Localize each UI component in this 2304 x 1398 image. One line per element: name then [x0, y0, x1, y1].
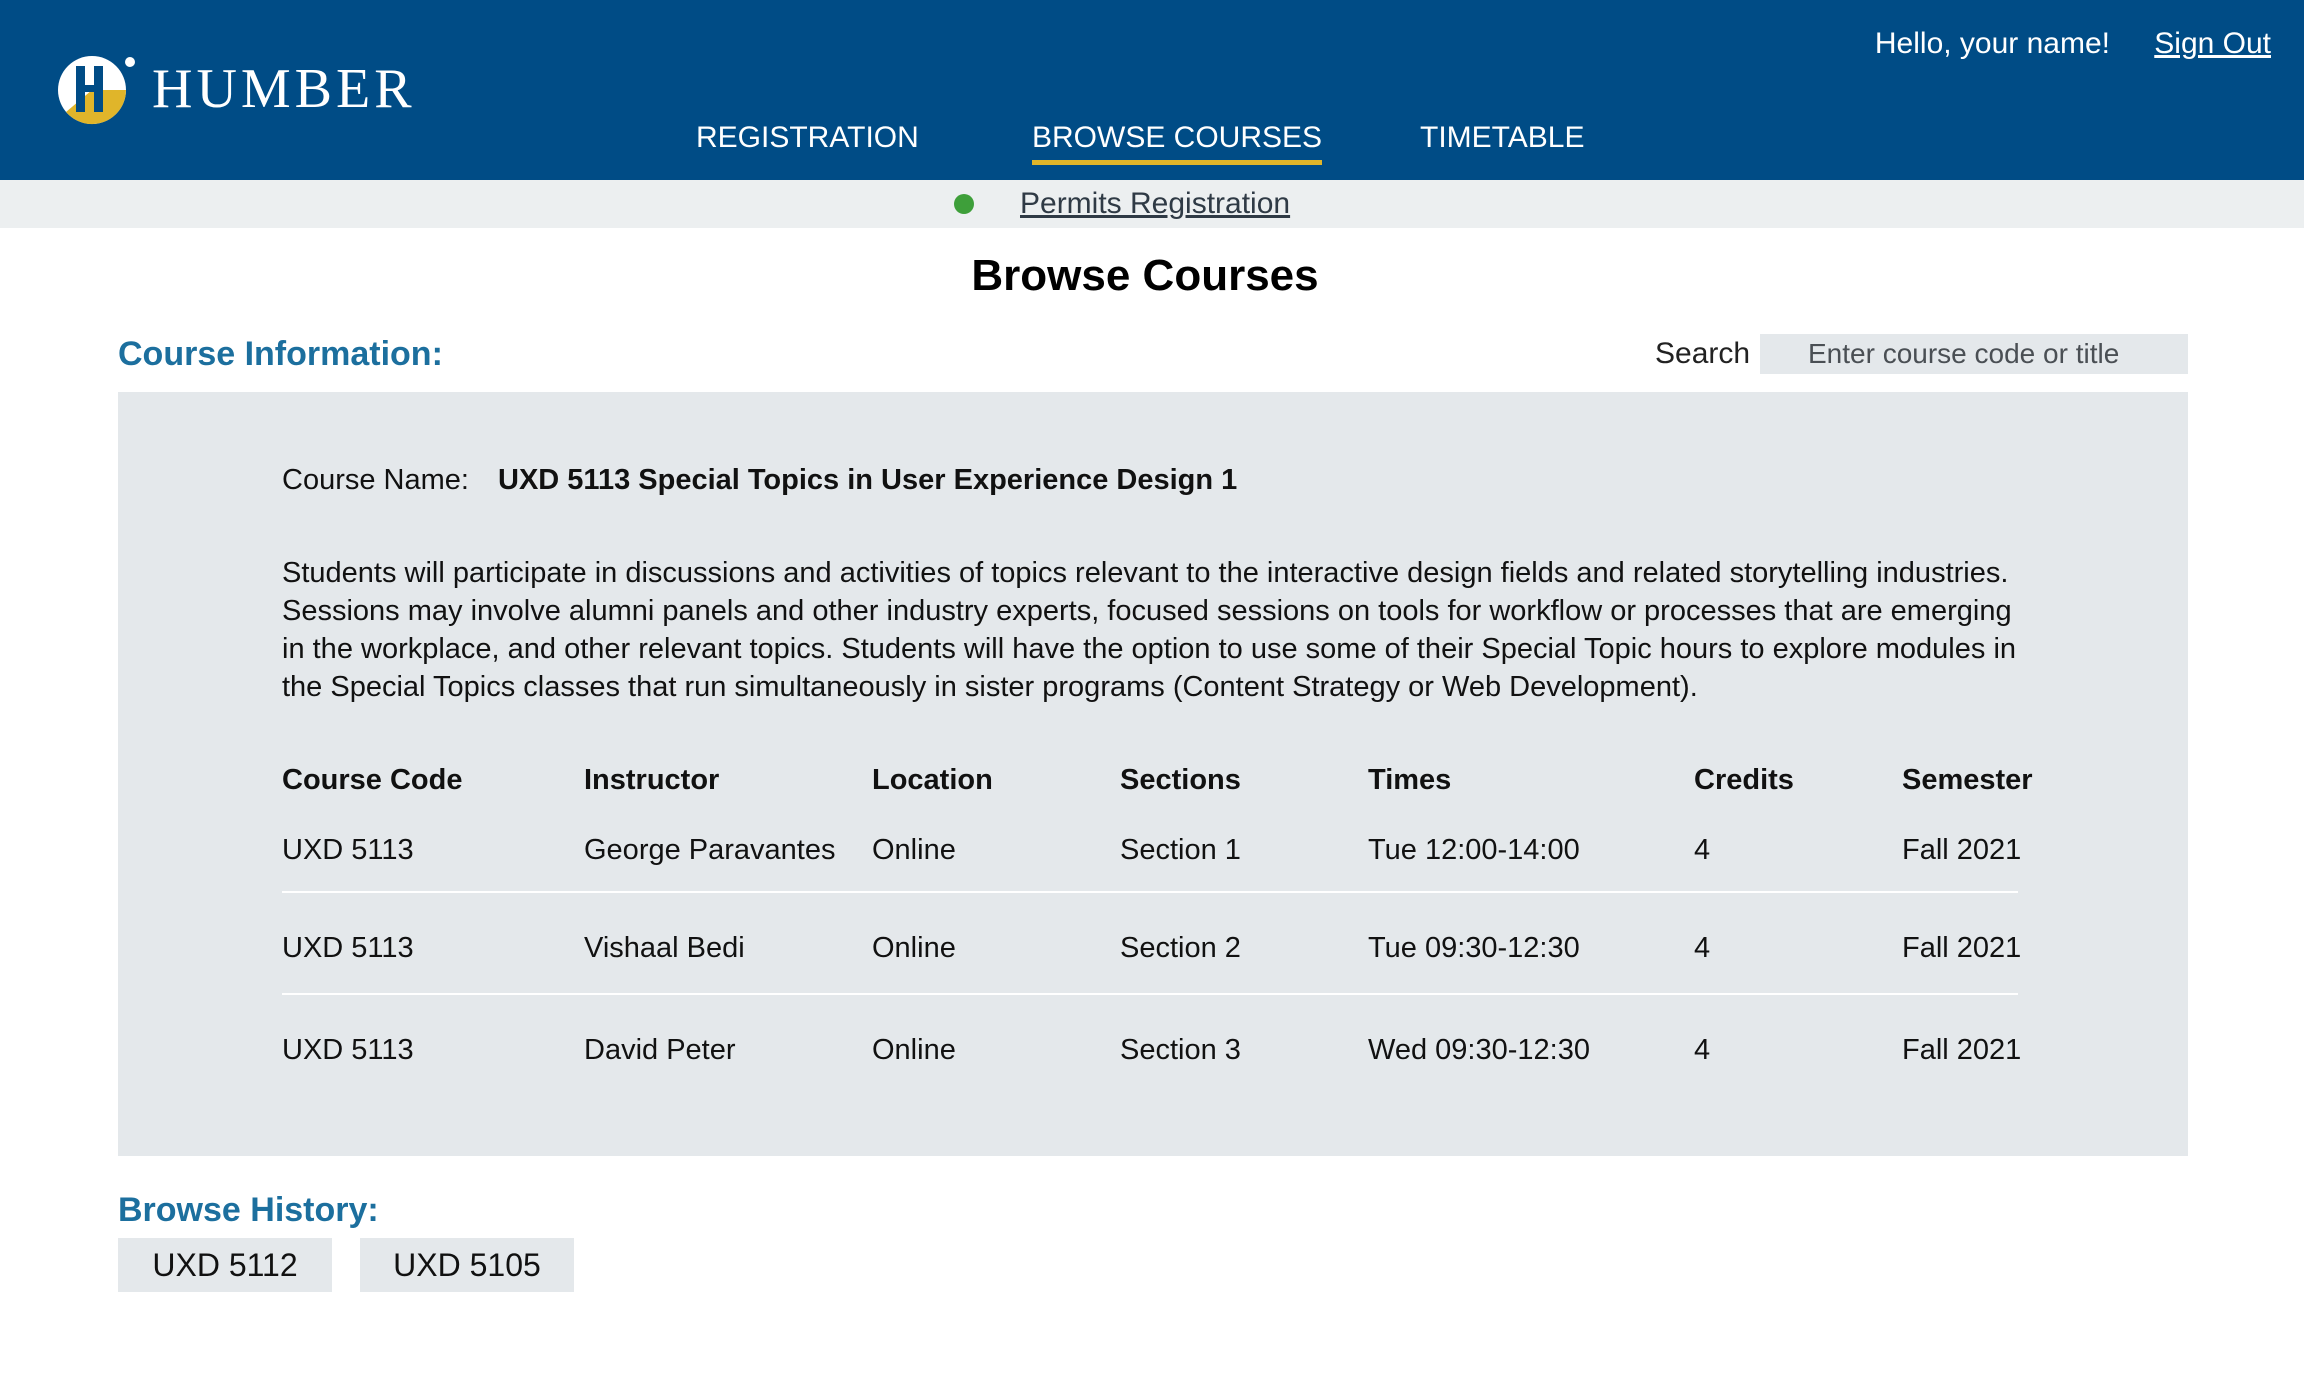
- history-item-button[interactable]: UXD 5112: [118, 1238, 332, 1292]
- status-dot-icon: [954, 194, 974, 214]
- logo-wordmark: HUMBER: [152, 58, 416, 120]
- course-description: Students will participate in discussions…: [282, 557, 2017, 703]
- column-header: Sections: [1120, 764, 1241, 796]
- row-divider: [282, 993, 2018, 995]
- column-header: Instructor: [584, 764, 720, 796]
- cell-section: Section 2: [1120, 932, 1241, 964]
- humber-logo[interactable]: HUMBER: [56, 52, 416, 126]
- cell-credits: 4: [1694, 834, 1711, 866]
- search-label: Search: [1655, 337, 1751, 370]
- cell-semester: Fall 2021: [1902, 1034, 2022, 1066]
- nav-registration[interactable]: REGISTRATION: [696, 116, 919, 160]
- permits-registration-link[interactable]: Permits Registration: [1020, 184, 1290, 224]
- nav-timetable[interactable]: TIMETABLE: [1420, 116, 1584, 160]
- course-information-heading: Course Information:: [118, 335, 443, 373]
- column-header: Semester: [1902, 764, 2033, 796]
- search-input[interactable]: [1760, 334, 2188, 374]
- course-name-value: UXD 5113 Special Topics in User Experien…: [498, 464, 1238, 496]
- row-divider: [282, 891, 2018, 893]
- history-item-button[interactable]: UXD 5105: [360, 1238, 574, 1292]
- cell-instructor: George Paravantes: [584, 834, 836, 866]
- cell-semester: Fall 2021: [1902, 834, 2022, 866]
- cell-course-code: UXD 5113: [282, 1034, 414, 1066]
- cell-instructor: Vishaal Bedi: [584, 932, 745, 964]
- nav-browse-courses[interactable]: BROWSE COURSES: [1032, 116, 1323, 165]
- user-greeting: Hello, your name!: [1874, 27, 2110, 60]
- column-header: Location: [872, 764, 993, 796]
- top-header: HUMBER Hello, your name! Sign Out REGIST…: [0, 0, 2304, 180]
- cell-times: Tue 09:30-12:30: [1368, 932, 1580, 964]
- humber-logo-icon: [58, 56, 135, 125]
- cell-times: Tue 12:00-14:00: [1368, 834, 1580, 866]
- browse-history-heading: Browse History:: [118, 1191, 379, 1229]
- cell-times: Wed 09:30-12:30: [1368, 1034, 1590, 1066]
- course-name-label: Course Name:: [282, 464, 469, 496]
- cell-section: Section 3: [1120, 1034, 1241, 1066]
- cell-course-code: UXD 5113: [282, 834, 414, 866]
- cell-location: Online: [872, 932, 956, 964]
- page-title: Browse Courses: [971, 251, 1319, 300]
- cell-credits: 4: [1694, 1034, 1711, 1066]
- cell-location: Online: [872, 834, 956, 866]
- sign-out-link[interactable]: Sign Out: [2154, 24, 2271, 64]
- column-header: Course Code: [282, 764, 463, 796]
- cell-course-code: UXD 5113: [282, 932, 414, 964]
- column-header: Credits: [1694, 764, 1794, 796]
- cell-instructor: David Peter: [584, 1034, 736, 1066]
- cell-credits: 4: [1694, 932, 1711, 964]
- cell-semester: Fall 2021: [1902, 932, 2022, 964]
- column-header: Times: [1368, 764, 1452, 796]
- cell-section: Section 1: [1120, 834, 1241, 866]
- cell-location: Online: [872, 1034, 956, 1066]
- course-info-panel: Course Name: UXD 5113 Special Topics in …: [118, 392, 2188, 1156]
